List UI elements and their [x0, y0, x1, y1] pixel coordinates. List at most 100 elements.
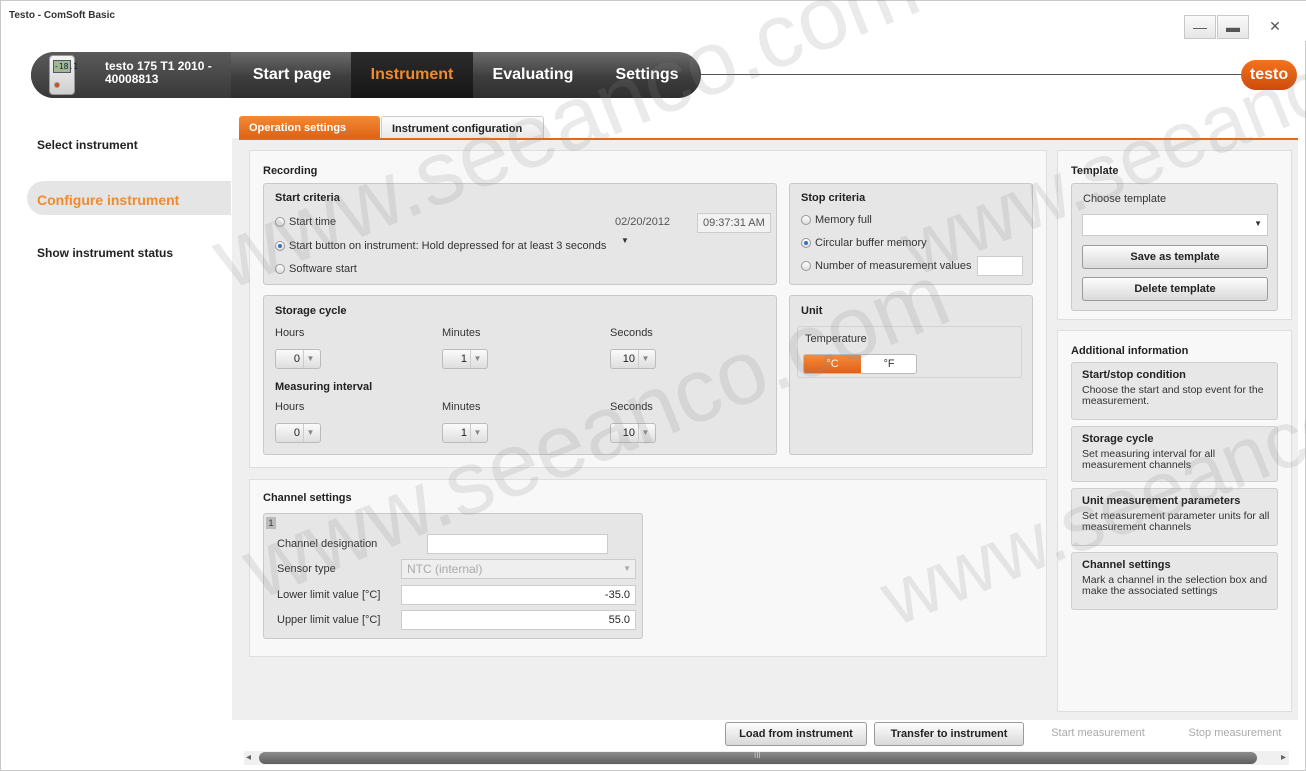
circular-buffer-radio[interactable]: [801, 238, 811, 248]
info-card-channel-settings[interactable]: Channel settings Mark a channel in the s…: [1071, 552, 1278, 610]
stop-measurement-button[interactable]: Stop measurement: [1171, 722, 1299, 746]
channel-number-badge: 1: [266, 517, 276, 529]
start-time-label: Start time: [289, 216, 337, 228]
window-title: Testo - ComSoft Basic: [9, 10, 115, 21]
sidebar-item-select-instrument[interactable]: Select instrument: [37, 138, 138, 152]
save-as-template-button[interactable]: Save as template: [1082, 245, 1268, 269]
start-date-picker[interactable]: 02/20/2012 ▼: [610, 213, 692, 245]
info-card-storage-cycle[interactable]: Storage cycle Set measuring interval for…: [1071, 426, 1278, 482]
storage-hours-value: 0: [293, 353, 300, 365]
info-card-desc: Set measuring interval for all measureme…: [1082, 448, 1216, 471]
storage-cycle-group: [263, 295, 777, 455]
storage-seconds-stepper[interactable]: 10 ▼: [610, 349, 656, 369]
lower-limit-input[interactable]: -35.0: [401, 585, 636, 605]
start-time-radio[interactable]: [275, 217, 285, 227]
sidebar-item-show-instrument-status[interactable]: Show instrument status: [37, 246, 173, 260]
upper-limit-label: Upper limit value [°C]: [277, 614, 381, 626]
info-card-title: Unit measurement parameters: [1082, 495, 1241, 507]
tab-operation-settings[interactable]: Operation settings: [239, 116, 380, 140]
interval-seconds-stepper[interactable]: 10 ▼: [610, 423, 656, 443]
nav-tab-instrument[interactable]: Instrument: [351, 52, 473, 98]
additional-info-title: Additional information: [1071, 345, 1189, 357]
celsius-option[interactable]: °C: [804, 355, 861, 373]
upper-limit-input[interactable]: 55.0: [401, 610, 636, 630]
chevron-down-icon[interactable]: ▼: [638, 350, 652, 368]
interval-hours-label: Hours: [275, 401, 305, 413]
interval-seconds-value: 10: [622, 427, 635, 439]
interval-seconds-label: Seconds: [610, 401, 653, 413]
maximize-button[interactable]: ▬: [1217, 15, 1249, 39]
scroll-right-icon[interactable]: ▸: [1281, 752, 1286, 763]
transfer-to-instrument-button[interactable]: Transfer to instrument: [874, 722, 1024, 746]
title-bar: Testo - ComSoft Basic — ▬ ✕: [1, 1, 1306, 41]
storage-hours-label: Hours: [275, 327, 305, 339]
interval-minutes-value: 1: [460, 427, 467, 439]
device-serial: 40008813: [105, 72, 159, 86]
storage-minutes-stepper[interactable]: 1 ▼: [442, 349, 488, 369]
template-title: Template: [1071, 165, 1119, 177]
recording-title: Recording: [263, 165, 318, 177]
tab-underline: [239, 138, 1298, 140]
memory-full-radio[interactable]: [801, 215, 811, 225]
info-card-unit-parameters[interactable]: Unit measurement parameters Set measurem…: [1071, 488, 1278, 546]
sensor-type-label: Sensor type: [277, 563, 336, 575]
software-start-radio[interactable]: [275, 264, 285, 274]
tab-instrument-configuration[interactable]: Instrument configuration: [381, 116, 544, 140]
info-card-title: Storage cycle: [1082, 433, 1154, 445]
testo-logo: testo: [1241, 60, 1297, 90]
nav-tab-evaluating[interactable]: Evaluating: [473, 52, 593, 98]
storage-minutes-value: 1: [460, 353, 467, 365]
start-button-label: Start button on instrument: Hold depress…: [289, 240, 607, 252]
nav-tab-start-page[interactable]: Start page: [233, 52, 351, 98]
measuring-interval-title: Measuring interval: [275, 381, 373, 393]
memory-full-label: Memory full: [815, 214, 872, 226]
temperature-unit-toggle: °C °F: [803, 354, 917, 374]
storage-minutes-label: Minutes: [442, 327, 481, 339]
delete-template-button[interactable]: Delete template: [1082, 277, 1268, 301]
device-lcd: -18.1: [53, 60, 79, 73]
info-card-title: Start/stop condition: [1082, 369, 1186, 381]
measurement-count-input[interactable]: [977, 256, 1023, 276]
measurement-count-radio[interactable]: [801, 261, 811, 271]
interval-hours-value: 0: [293, 427, 300, 439]
interval-hours-stepper[interactable]: 0 ▼: [275, 423, 321, 443]
close-button[interactable]: ✕: [1259, 15, 1291, 39]
start-time-field[interactable]: 09:37:31 AM: [697, 213, 771, 233]
chevron-down-icon[interactable]: ▼: [470, 350, 484, 368]
app-window: Testo - ComSoft Basic — ▬ ✕ -18.1 testo …: [0, 0, 1306, 771]
storage-hours-stepper[interactable]: 0 ▼: [275, 349, 321, 369]
minimize-button[interactable]: —: [1184, 15, 1216, 39]
info-card-desc: Set measurement parameter units for all …: [1082, 510, 1270, 533]
unit-title: Unit: [801, 305, 823, 317]
software-start-label: Software start: [289, 263, 357, 275]
chevron-down-icon[interactable]: ▼: [303, 350, 317, 368]
load-from-instrument-button[interactable]: Load from instrument: [725, 722, 867, 746]
start-criteria-title: Start criteria: [275, 192, 340, 204]
chevron-down-icon: ▼: [623, 564, 631, 573]
chevron-down-icon[interactable]: ▼: [470, 424, 484, 442]
storage-seconds-value: 10: [622, 353, 635, 365]
scroll-left-icon[interactable]: ◂: [246, 752, 251, 763]
channel-designation-input[interactable]: [427, 534, 608, 554]
nav-divider-line: [701, 74, 1241, 75]
info-card-start-stop[interactable]: Start/stop condition Choose the start an…: [1071, 362, 1278, 420]
start-button-radio[interactable]: [275, 241, 285, 251]
circular-buffer-label: Circular buffer memory: [815, 237, 927, 249]
grip-icon: III: [754, 751, 761, 760]
nav-tab-settings[interactable]: Settings: [593, 52, 701, 98]
data-logger-icon: -18.1: [49, 55, 79, 95]
channel-designation-label: Channel designation: [277, 538, 378, 550]
interval-minutes-stepper[interactable]: 1 ▼: [442, 423, 488, 443]
start-date-value: 02/20/2012: [615, 216, 671, 228]
chevron-down-icon[interactable]: ▼: [638, 424, 652, 442]
info-card-desc: Mark a channel in the selection box and …: [1082, 574, 1268, 597]
channel-settings-title: Channel settings: [263, 492, 352, 504]
chevron-down-icon: ▼: [621, 236, 629, 245]
fahrenheit-option[interactable]: °F: [861, 355, 916, 373]
sensor-type-select: NTC (internal) ▼: [401, 559, 636, 579]
scrollbar-thumb[interactable]: III: [259, 751, 1257, 764]
chevron-down-icon[interactable]: ▼: [303, 424, 317, 442]
lower-limit-label: Lower limit value [°C]: [277, 589, 381, 601]
start-measurement-button[interactable]: Start measurement: [1034, 722, 1162, 746]
template-select[interactable]: ▼: [1082, 214, 1268, 236]
